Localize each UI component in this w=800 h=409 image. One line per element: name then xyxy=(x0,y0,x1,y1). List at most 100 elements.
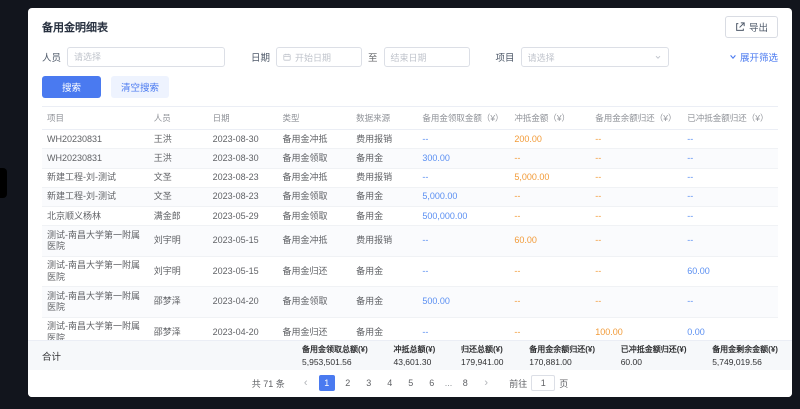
table-cell: -- xyxy=(509,256,590,287)
summary-stat-label: 冲抵总额(¥) xyxy=(393,344,435,355)
table-cell: 0.00 xyxy=(682,317,778,340)
table-cell: WH20230831 xyxy=(42,149,149,168)
table-cell: -- xyxy=(509,317,590,340)
table-cell: 500.00 xyxy=(417,287,509,318)
page-title: 备用金明细表 xyxy=(42,19,108,35)
data-table: 项目人员日期类型数据来源备用金领取金额（¥）冲抵金额（¥）备用金余额归还（¥）已… xyxy=(28,106,792,340)
date-start-placeholder: 开始日期 xyxy=(295,51,331,64)
table-cell: -- xyxy=(590,226,682,257)
expand-filter-link[interactable]: 展开筛选 xyxy=(729,50,778,64)
chevron-down-icon xyxy=(729,53,737,61)
page-ellipsis: ... xyxy=(445,378,453,388)
drawer-handle[interactable] xyxy=(0,168,7,198)
column-header: 已冲抵金额归还（¥） xyxy=(682,107,778,130)
table-cell: 备用金 xyxy=(351,287,417,318)
summary-stat: 归还总额(¥)179,941.00 xyxy=(461,344,504,367)
total-row-label: 合计 xyxy=(42,349,162,363)
table-cell: -- xyxy=(682,168,778,187)
table-cell: 300.00 xyxy=(417,149,509,168)
calendar-icon xyxy=(283,53,291,61)
table-cell: 测试-南昌大学第一附属医院 xyxy=(42,287,149,318)
summary-stat: 已冲抵金额归还(¥)60.00 xyxy=(621,344,687,367)
page-button[interactable]: 3 xyxy=(361,375,377,391)
table-cell: -- xyxy=(590,207,682,226)
project-select[interactable]: 请选择 xyxy=(521,47,669,67)
summary-stat: 备用金余额归还(¥)170,881.00 xyxy=(529,344,595,367)
table-cell: 备用金领取 xyxy=(278,149,352,168)
column-header: 备用金领取金额（¥） xyxy=(417,107,509,130)
expand-filter-label: 展开筛选 xyxy=(740,50,778,64)
table-row: 测试-南昌大学第一附属医院邵梦泽2023-04-20备用金归还备用金----10… xyxy=(42,317,778,340)
table-cell: 邵梦泽 xyxy=(149,317,208,340)
date-end-input[interactable]: 结束日期 xyxy=(384,47,470,67)
search-button[interactable]: 搜索 xyxy=(42,76,101,98)
table-cell: 2023-08-30 xyxy=(208,130,278,149)
table-cell: 2023-08-23 xyxy=(208,187,278,206)
table-cell: -- xyxy=(590,256,682,287)
date-start-input[interactable]: 开始日期 xyxy=(276,47,362,67)
page-button[interactable]: 8 xyxy=(457,375,473,391)
table-cell: -- xyxy=(590,187,682,206)
next-page-button[interactable]: › xyxy=(478,375,494,391)
clear-search-button[interactable]: 清空搜索 xyxy=(111,76,169,98)
table-cell: 刘宇明 xyxy=(149,226,208,257)
page-button[interactable]: 6 xyxy=(424,375,440,391)
table-cell: 备用金 xyxy=(351,149,417,168)
table-cell: 备用金领取 xyxy=(278,207,352,226)
pagination: 共 71 条 ‹ 123456... 8 › 前往 页 xyxy=(28,370,792,397)
table-cell: -- xyxy=(509,287,590,318)
filter-bar: 人员 日期 开始日期 至 结束日期 项目 请选择 xyxy=(28,43,792,71)
page-button[interactable]: 1 xyxy=(319,375,335,391)
table-cell: -- xyxy=(590,130,682,149)
table-cell: 备用金 xyxy=(351,187,417,206)
goto-page-input[interactable] xyxy=(531,375,555,391)
date-separator: 至 xyxy=(368,50,378,64)
table-cell: 2023-05-29 xyxy=(208,207,278,226)
action-bar: 搜索 清空搜索 xyxy=(28,71,792,106)
table-cell: -- xyxy=(682,287,778,318)
prev-page-button[interactable]: ‹ xyxy=(298,375,314,391)
export-label: 导出 xyxy=(749,20,768,34)
table-cell: -- xyxy=(590,287,682,318)
table-cell: 新建工程-刘-测试 xyxy=(42,187,149,206)
table-cell: -- xyxy=(590,149,682,168)
table-cell: -- xyxy=(682,130,778,149)
table-cell: -- xyxy=(509,207,590,226)
summary-stat: 备用金剩余金额(¥)5,749,019.56 xyxy=(712,344,778,367)
summary-stat-value: 170,881.00 xyxy=(529,357,595,367)
table-cell: 备用金归还 xyxy=(278,256,352,287)
table-cell: 费用报销 xyxy=(351,226,417,257)
person-label: 人员 xyxy=(42,50,61,64)
table-cell: 测试-南昌大学第一附属医院 xyxy=(42,256,149,287)
table-cell: -- xyxy=(417,168,509,187)
page-button[interactable]: 4 xyxy=(382,375,398,391)
table-cell: -- xyxy=(417,226,509,257)
summary-stat-value: 5,749,019.56 xyxy=(712,357,778,367)
table-row: WH20230831王洪2023-08-30备用金领取备用金300.00----… xyxy=(42,149,778,168)
page-button[interactable]: 5 xyxy=(403,375,419,391)
person-filter: 人员 xyxy=(42,47,225,67)
export-button[interactable]: 导出 xyxy=(725,16,778,38)
table-cell: -- xyxy=(417,130,509,149)
summary-stat: 备用金领取总额(¥)5,953,501.56 xyxy=(302,344,368,367)
table-header-row: 项目人员日期类型数据来源备用金领取金额（¥）冲抵金额（¥）备用金余额归还（¥）已… xyxy=(42,107,778,130)
table-cell: 刘宇明 xyxy=(149,256,208,287)
table-cell: 文圣 xyxy=(149,168,208,187)
table-cell: -- xyxy=(509,149,590,168)
column-header: 备用金余额归还（¥） xyxy=(590,107,682,130)
goto-page: 前往 页 xyxy=(509,375,568,391)
table-cell: 60.00 xyxy=(509,226,590,257)
chevron-down-icon xyxy=(654,53,662,61)
goto-prefix: 前往 xyxy=(509,377,527,390)
pagination-total-text: 共 71 条 xyxy=(252,377,285,390)
goto-suffix: 页 xyxy=(559,377,568,390)
person-select[interactable] xyxy=(67,47,225,67)
table-cell: 2023-08-30 xyxy=(208,149,278,168)
page-button[interactable]: 2 xyxy=(340,375,356,391)
table-cell: 备用金冲抵 xyxy=(278,130,352,149)
column-header: 项目 xyxy=(42,107,149,130)
column-header: 人员 xyxy=(149,107,208,130)
table-cell: 王洪 xyxy=(149,130,208,149)
table-cell: 王洪 xyxy=(149,149,208,168)
table-cell: 2023-04-20 xyxy=(208,317,278,340)
